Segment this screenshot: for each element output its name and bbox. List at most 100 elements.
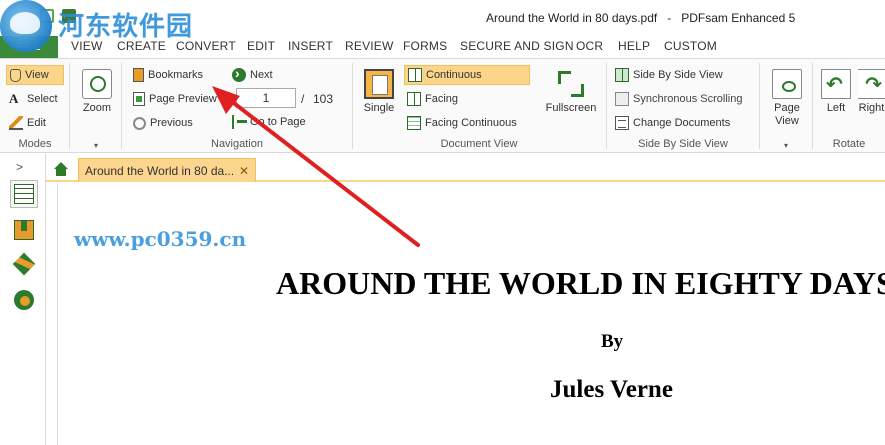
view-mode-button[interactable]: View — [6, 65, 64, 85]
layers-panel-button[interactable] — [10, 250, 38, 278]
continuous-view-button[interactable]: Continuous — [404, 65, 530, 85]
facing-view-button[interactable]: Facing — [404, 89, 461, 109]
menu-insert[interactable]: INSERT — [288, 39, 333, 53]
navigation-group-label: Navigation — [211, 138, 263, 150]
zoom-button[interactable]: Zoom — [80, 69, 114, 114]
rotate-left-label: Left — [826, 102, 846, 114]
menu-ocr[interactable]: OCR — [576, 39, 603, 53]
window-title: Around the World in 80 days.pdf - PDFsam… — [486, 11, 796, 25]
sync-scroll-icon — [615, 92, 629, 106]
menu-secure-and-sign[interactable]: SECURE AND SIGN — [460, 39, 574, 53]
change-documents-button[interactable]: Change Documents — [612, 113, 733, 133]
next-page-button[interactable]: Next — [229, 65, 276, 85]
menu-custom[interactable]: CUSTOM — [664, 39, 717, 53]
left-side-panel: > — [0, 154, 46, 445]
side-by-side-group-label: Side By Side View — [638, 138, 728, 150]
previous-page-button[interactable]: Previous — [130, 113, 196, 133]
links-panel-button[interactable] — [10, 286, 38, 314]
continuous-label: Continuous — [426, 69, 482, 81]
home-tab[interactable] — [50, 158, 74, 180]
hand-icon — [10, 68, 21, 82]
facing-label: Facing — [425, 93, 459, 105]
document-title: AROUND THE WORLD IN EIGHTY DAYS — [276, 265, 885, 301]
go-to-page-button[interactable]: Go to Page — [229, 112, 309, 132]
facing-continuous-button[interactable]: Facing Continuous — [404, 113, 520, 133]
fullscreen-label: Fullscreen — [545, 102, 597, 114]
menu-review[interactable]: REVIEW — [345, 39, 394, 53]
page-view-icon — [772, 69, 802, 99]
bookmarks-panel-button[interactable] — [10, 216, 38, 244]
single-label: Single — [363, 102, 395, 114]
rotate-right-label: Right — [858, 102, 885, 114]
document-tab[interactable]: Around the World in 80 da... ✕ — [78, 158, 256, 182]
single-page-button[interactable]: Single — [360, 69, 398, 114]
group-divider — [69, 63, 70, 149]
zoom-dropdown-icon[interactable]: ▾ — [94, 141, 98, 150]
go-to-page-icon — [232, 115, 247, 129]
total-pages: 103 — [313, 92, 334, 106]
bookmarks-label: Bookmarks — [148, 69, 204, 81]
view-mode-label: View — [25, 69, 49, 81]
document-author: Jules Verne — [550, 376, 673, 403]
layers-icon — [12, 252, 36, 276]
sync-scrolling-button[interactable]: Synchronous Scrolling — [612, 89, 745, 109]
document-byline: By — [601, 331, 624, 352]
watermark-logo-icon — [0, 0, 52, 52]
document-view-group-label: Document View — [440, 138, 518, 150]
group-divider — [606, 63, 607, 149]
link-icon — [14, 290, 34, 310]
fullscreen-icon — [556, 69, 586, 99]
menu-help[interactable]: HELP — [618, 39, 650, 53]
expand-panel-icon[interactable]: > — [16, 160, 23, 174]
single-page-icon — [364, 69, 394, 99]
go-to-page-label: Go to Page — [250, 116, 306, 128]
thumbnails-icon — [14, 184, 34, 204]
next-icon — [232, 65, 246, 82]
bookmarks-button[interactable]: Bookmarks — [130, 65, 206, 85]
text-select-icon: A — [9, 91, 19, 106]
previous-icon — [133, 116, 146, 130]
continuous-icon — [408, 68, 422, 82]
facing-continuous-label: Facing Continuous — [425, 117, 517, 129]
page-view-dropdown-icon[interactable]: ▾ — [784, 141, 788, 150]
site-watermark: 河东软件园 — [0, 0, 200, 64]
zoom-icon — [82, 69, 112, 99]
pencil-icon — [9, 116, 23, 130]
rotate-right-button[interactable]: Right — [858, 69, 885, 114]
side-by-side-label: Side By Side View — [633, 69, 723, 81]
page-view-button[interactable]: Page View — [770, 69, 804, 128]
change-documents-icon — [615, 116, 629, 130]
page-separator: / — [301, 92, 305, 106]
side-by-side-view-button[interactable]: Side By Side View — [612, 65, 726, 85]
edit-mode-button[interactable]: Edit — [6, 113, 49, 133]
watermark-url: www.pc0359.cn — [74, 227, 247, 251]
home-icon — [54, 162, 68, 176]
edit-mode-label: Edit — [27, 117, 46, 129]
group-divider — [759, 63, 760, 149]
sync-scrolling-label: Synchronous Scrolling — [633, 93, 743, 105]
fullscreen-button[interactable]: Fullscreen — [542, 69, 600, 114]
rotate-group-label: Rotate — [832, 138, 866, 150]
modes-group-label: Modes — [18, 138, 52, 150]
page-preview-button[interactable]: Page Preview — [130, 89, 220, 109]
rotate-left-button[interactable]: Left — [820, 69, 852, 114]
side-by-side-icon — [615, 68, 629, 82]
watermark-brand: 河东软件园 — [58, 12, 194, 42]
page-view-label: Page View — [774, 102, 800, 127]
document-page: AROUND THE WORLD IN EIGHTY DAYS By Jules… — [57, 183, 885, 445]
select-mode-label: Select — [27, 93, 58, 105]
facing-continuous-icon — [407, 116, 421, 130]
group-divider — [352, 63, 353, 149]
page-number-input[interactable]: 1 — [236, 88, 296, 108]
document-tab-bar: Around the World in 80 da... ✕ — [46, 154, 885, 182]
menu-edit[interactable]: EDIT — [247, 39, 275, 53]
group-divider — [121, 63, 122, 149]
close-tab-icon[interactable]: ✕ — [239, 164, 249, 178]
menu-forms[interactable]: FORMS — [403, 39, 447, 53]
zoom-label: Zoom — [82, 102, 112, 114]
next-label: Next — [250, 69, 273, 81]
bookmark-panel-icon — [14, 220, 34, 240]
document-viewer[interactable]: AROUND THE WORLD IN EIGHTY DAYS By Jules… — [46, 183, 885, 445]
select-mode-button[interactable]: A Select — [6, 89, 61, 109]
thumbnails-panel-button[interactable] — [10, 180, 38, 208]
